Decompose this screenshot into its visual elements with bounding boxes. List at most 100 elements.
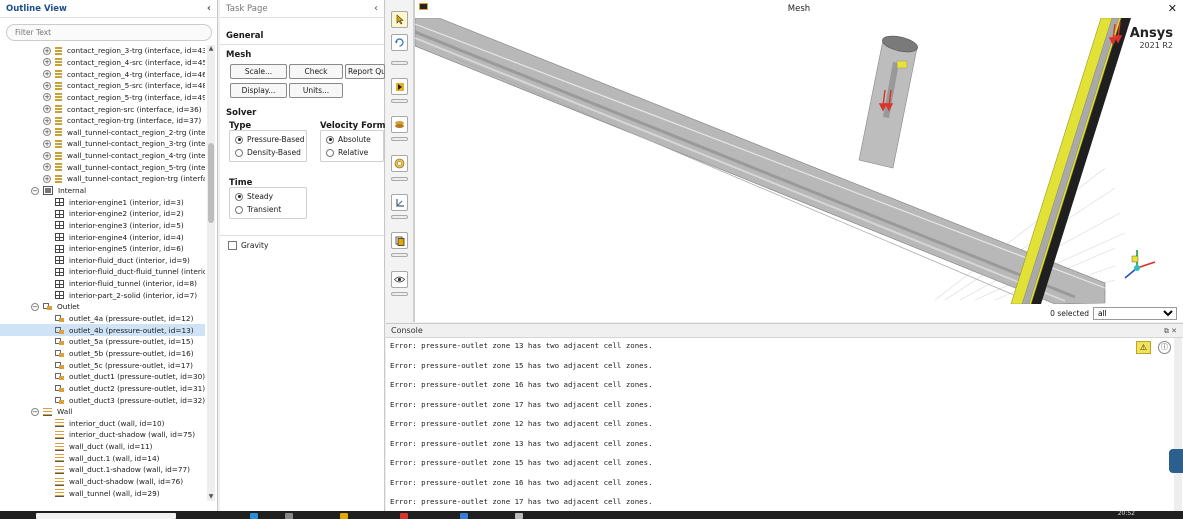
visibility-eye-icon[interactable] [391, 271, 408, 288]
tree-item[interactable]: + contact_region_4-trg (interface, id=46) [0, 68, 205, 80]
view-layers-icon[interactable] [391, 116, 408, 133]
tree-item[interactable]: + wall_tunnel-contact_region_5-trg (inter… [0, 161, 205, 173]
pointer-icon[interactable] [391, 11, 408, 28]
zoom-fit-icon[interactable] [391, 155, 408, 172]
collapse-node-icon[interactable]: − [31, 186, 39, 195]
expand-node-icon[interactable]: + [43, 81, 51, 90]
tree-item[interactable]: wall_duct.1 (wall, id=14) [0, 452, 205, 464]
tree-item[interactable]: interior-fluid_duct (interior, id=9) [0, 255, 205, 267]
scroll-up-icon[interactable]: ▲ [207, 45, 215, 53]
expand-node-icon[interactable]: + [43, 139, 51, 148]
tree-item[interactable]: interior-part_2-solid (interior, id=7) [0, 289, 205, 301]
tree-item[interactable]: interior-engine5 (interior, id=6) [0, 243, 205, 255]
console-window-controls-icon[interactable]: ⧉ ✕ [1164, 324, 1177, 338]
scroll-down-icon[interactable]: ▼ [207, 493, 215, 501]
transient-radio[interactable]: Transient [235, 205, 281, 214]
close-icon[interactable]: ✕ [1168, 2, 1177, 15]
absolute-radio[interactable]: Absolute [326, 135, 371, 144]
tree-item[interactable]: outlet_duct2 (pressure-outlet, id=31) [0, 383, 205, 395]
collapse-node-icon[interactable]: − [31, 407, 39, 416]
console-output[interactable]: Error: pressure-outlet zone 13 has two a… [390, 340, 1123, 511]
tree-item[interactable]: + wall_tunnel-contact_region-trg (interfa… [0, 173, 205, 185]
rotate-icon[interactable] [391, 34, 408, 51]
toolbar-dropdown[interactable] [391, 215, 408, 219]
tree-item[interactable]: wall_tunnel (wall, id=29) [0, 487, 205, 499]
tree-item[interactable]: + wall_tunnel-contact_region_3-trg (inter… [0, 138, 205, 150]
tree-item[interactable]: wall_duct-shadow (wall, id=76) [0, 476, 205, 488]
expand-node-icon[interactable]: + [43, 151, 51, 160]
collapse-task-icon[interactable]: ‹ [374, 3, 378, 14]
probe-icon[interactable] [391, 78, 408, 95]
toolbar-dropdown[interactable] [391, 177, 408, 181]
expand-node-icon[interactable]: + [43, 46, 51, 55]
tree-item[interactable]: outlet_5c (pressure-outlet, id=17) [0, 359, 205, 371]
tree-item[interactable]: + wall_tunnel-contact_region_4-trg (inter… [0, 150, 205, 162]
tree-item[interactable]: + contact_region_5-src (interface, id=48) [0, 80, 205, 92]
tree-item[interactable]: interior-engine4 (interior, id=4) [0, 231, 205, 243]
tree-item[interactable]: outlet_duct3 (pressure-outlet, id=32) [0, 394, 205, 406]
tree-group-wall[interactable]: − Wall [0, 406, 205, 418]
taskbar-app-icon[interactable] [400, 513, 408, 519]
tree-item[interactable]: outlet_5a (pressure-outlet, id=15) [0, 336, 205, 348]
density-based-radio[interactable]: Density-Based [235, 148, 301, 157]
tree-item[interactable]: wall_duct (wall, id=11) [0, 441, 205, 453]
gravity-checkbox[interactable]: Gravity [228, 241, 268, 250]
tree-item[interactable]: outlet_4a (pressure-outlet, id=12) [0, 313, 205, 325]
selection-filter-select[interactable]: all [1093, 306, 1177, 320]
taskbar-app-icon[interactable] [515, 513, 523, 519]
tree-item[interactable]: interior-engine2 (interior, id=2) [0, 208, 205, 220]
pressure-based-radio[interactable]: Pressure-Based [235, 135, 305, 144]
toolbar-dropdown[interactable] [391, 253, 408, 257]
axes-icon[interactable] [391, 194, 408, 211]
side-tab-icon[interactable] [1169, 449, 1183, 473]
taskbar-search-box[interactable] [36, 513, 176, 519]
toolbar-dropdown[interactable] [391, 99, 408, 103]
taskbar-app-icon[interactable] [285, 513, 293, 519]
report-quality-button[interactable]: Report Qu [345, 64, 385, 79]
tree-item[interactable]: + contact_region_4-src (interface, id=45) [0, 57, 205, 69]
console-scrollbar[interactable] [1174, 338, 1182, 511]
tree-group-internal[interactable]: − Internal [0, 185, 205, 197]
info-icon[interactable]: ⓘ [1158, 341, 1171, 354]
collapse-outline-icon[interactable]: ‹ [207, 3, 211, 14]
relative-radio[interactable]: Relative [326, 148, 368, 157]
taskbar-app-icon[interactable] [250, 513, 258, 519]
check-button[interactable]: Check [289, 64, 343, 79]
tree-item[interactable]: interior-engine1 (interior, id=3) [0, 196, 205, 208]
filter-text-input[interactable] [6, 24, 212, 41]
expand-node-icon[interactable]: + [43, 105, 51, 114]
expand-node-icon[interactable]: + [43, 58, 51, 67]
collapse-node-icon[interactable]: − [31, 302, 39, 311]
expand-node-icon[interactable]: + [43, 128, 51, 137]
tree-item[interactable]: outlet_5b (pressure-outlet, id=16) [0, 348, 205, 360]
tree-item[interactable]: + contact_region-src (interface, id=36) [0, 103, 205, 115]
taskbar-app-icon[interactable] [460, 513, 468, 519]
tree-item[interactable]: + contact_region_5-trg (interface, id=49) [0, 92, 205, 104]
tree-item[interactable]: interior-fluid_tunnel (interior, id=8) [0, 278, 205, 290]
toolbar-dropdown[interactable] [391, 137, 408, 141]
expand-node-icon[interactable]: + [43, 70, 51, 79]
units-button[interactable]: Units... [289, 83, 343, 98]
expand-node-icon[interactable]: + [43, 163, 51, 172]
tree-item[interactable]: wall_duct.1-shadow (wall, id=77) [0, 464, 205, 476]
tree-item[interactable]: + contact_region-trg (interface, id=37) [0, 115, 205, 127]
tree-item[interactable]: interior-engine3 (interior, id=5) [0, 220, 205, 232]
taskbar-app-icon[interactable] [340, 513, 348, 519]
steady-radio[interactable]: Steady [235, 192, 273, 201]
tree-item[interactable]: outlet_duct1 (pressure-outlet, id=30) [0, 371, 205, 383]
toolbar-dropdown[interactable] [391, 61, 408, 65]
tree-item[interactable]: outlet_4b (pressure-outlet, id=13) [0, 324, 205, 337]
tree-group-outlet[interactable]: − Outlet [0, 301, 205, 313]
tree-item[interactable]: interior-fluid_duct-fluid_tunnel (interi… [0, 266, 205, 278]
tree-item[interactable]: interior_duct-shadow (wall, id=75) [0, 429, 205, 441]
mesh-viewport[interactable] [415, 18, 1183, 304]
expand-node-icon[interactable]: + [43, 93, 51, 102]
tree-item[interactable]: + wall_tunnel-contact_region_2-trg (inter… [0, 126, 205, 138]
display-button[interactable]: Display... [230, 83, 287, 98]
tree-item[interactable]: + contact_region_3-trg (interface, id=43) [0, 45, 205, 57]
copy-view-icon[interactable] [391, 232, 408, 249]
outline-scrollbar[interactable]: ▲ ▼ [207, 45, 215, 501]
expand-node-icon[interactable]: + [43, 174, 51, 183]
toolbar-dropdown[interactable] [391, 292, 408, 296]
warning-icon[interactable]: ⚠ [1136, 341, 1151, 354]
